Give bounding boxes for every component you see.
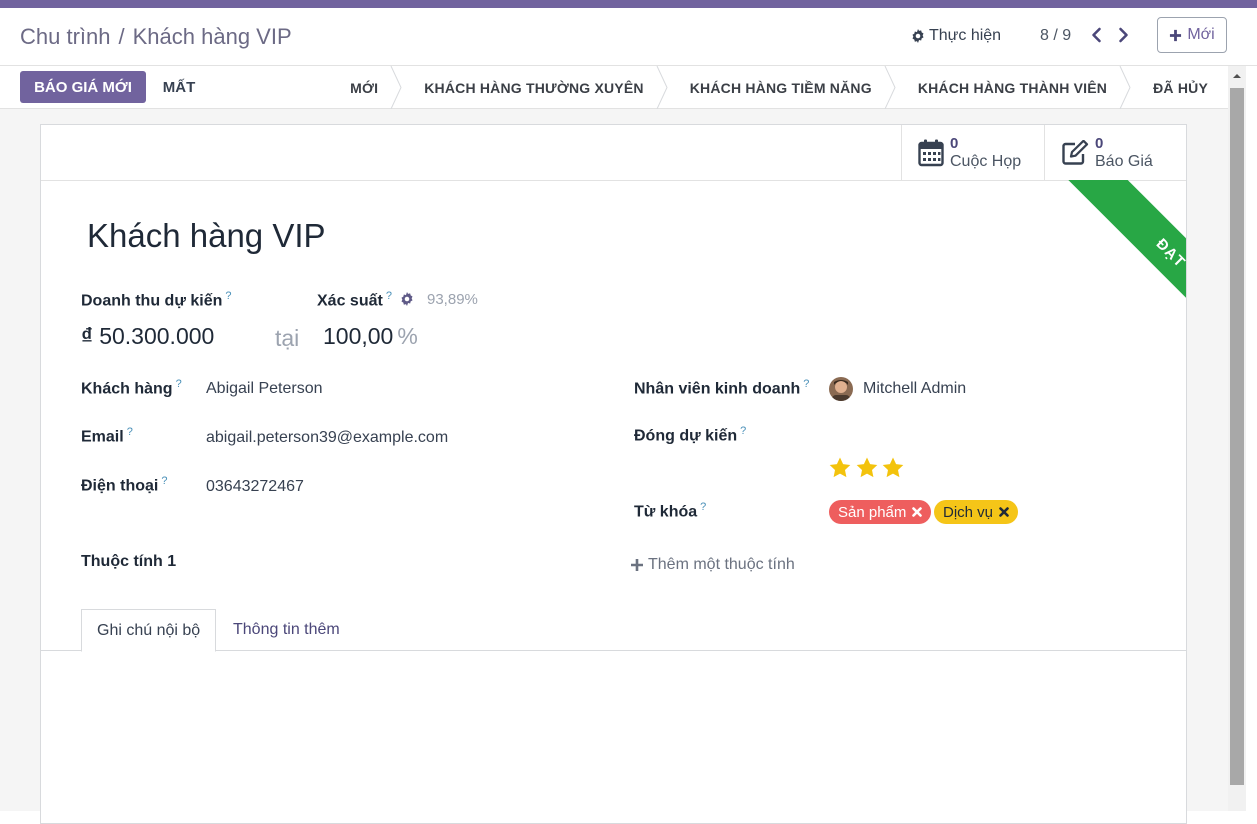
add-property-button[interactable]: Thêm một thuộc tính — [631, 556, 795, 574]
probability-label: Xác suất? — [317, 290, 392, 310]
gear-icon[interactable] — [400, 292, 414, 306]
stage-divider — [884, 66, 896, 109]
breadcrumb-current: Khách hàng VIP — [132, 24, 292, 49]
currency-symbol: ₫ — [81, 323, 93, 349]
plus-icon — [631, 559, 643, 571]
help-icon: ? — [126, 426, 133, 438]
calendar-icon — [918, 139, 944, 166]
new-record-button[interactable]: Mới — [1157, 17, 1227, 53]
percent-sign: % — [397, 323, 418, 349]
quotations-count: 0 — [1095, 134, 1104, 152]
phone-label: Điện thoại? — [81, 475, 168, 495]
pager-previous-button[interactable] — [1087, 25, 1107, 45]
statusbar: BÁO GIÁ MỚI MẤT MỚI KHÁCH HÀNG THƯỜNG XUY… — [0, 66, 1228, 109]
opportunity-title[interactable]: Khách hàng VIP — [87, 217, 326, 255]
customer-field[interactable]: Abigail Peterson — [206, 380, 323, 398]
expected-revenue-field[interactable]: ₫ 50.300.000 — [81, 323, 214, 350]
form-sheet: 0 Cuộc Họp 0 Báo Giá ĐẠT Khách hàng VIP … — [40, 124, 1187, 824]
notebook-tabs: Ghi chú nội bộ Thông tin thêm — [41, 609, 1186, 652]
new-quotation-button[interactable]: BÁO GIÁ MỚI — [20, 71, 146, 103]
stage-divider — [1119, 66, 1131, 109]
stage-label: ĐÃ HỦY — [1153, 79, 1208, 96]
avatar — [829, 377, 853, 401]
scrollbar-thumb[interactable] — [1230, 88, 1244, 785]
pager-next-button[interactable] — [1113, 25, 1133, 45]
email-label: Email? — [81, 426, 133, 446]
close-icon[interactable] — [999, 507, 1009, 517]
help-icon: ? — [700, 501, 707, 513]
help-icon: ? — [385, 290, 392, 302]
at-label: tại — [275, 325, 300, 351]
quotations-label: Báo Giá — [1095, 152, 1153, 170]
stage-item[interactable]: MỚI — [340, 66, 402, 109]
stage-label: MỚI — [350, 79, 379, 96]
new-record-label: Mới — [1187, 26, 1215, 43]
meetings-label: Cuộc Họp — [950, 152, 1022, 170]
expected-revenue-value: 50.300.000 — [99, 323, 215, 349]
star-icon[interactable] — [828, 456, 852, 480]
email-field[interactable]: abigail.peterson39@example.com — [206, 429, 448, 447]
expected-closing-label: Đóng dự kiến? — [634, 425, 747, 445]
breadcrumb-parent-link[interactable]: Chu trình — [20, 24, 111, 49]
probability-field[interactable]: 100,00% — [323, 323, 418, 350]
stage-divider — [656, 66, 668, 109]
control-panel: Chu trình / Khách hàng VIP Thực hiện 8 / 9… — [0, 8, 1257, 66]
stage-item[interactable]: KHÁCH HÀNG TIỀM NĂNG — [664, 66, 896, 109]
phone-field[interactable]: 03643272467 — [206, 478, 304, 496]
tag-label: Sản phẩm — [838, 503, 907, 521]
property-label: Thuộc tính 1 — [81, 553, 177, 570]
help-icon: ? — [175, 378, 182, 390]
stage-divider — [390, 66, 402, 109]
automated-probability: 93,89% — [427, 291, 478, 308]
close-icon[interactable] — [912, 507, 923, 517]
meetings-count: 0 — [950, 134, 959, 152]
tag-chip[interactable]: Dịch vụ — [934, 500, 1019, 524]
breadcrumb-separator: / — [118, 24, 125, 49]
help-icon: ? — [161, 475, 168, 487]
gear-icon — [912, 29, 924, 43]
won-ribbon-label: ĐẠT — [1153, 235, 1187, 271]
tag-label: Dịch vụ — [943, 503, 994, 521]
tag-chip[interactable]: Sản phẩm — [829, 500, 932, 524]
tags-label: Từ khóa? — [634, 501, 707, 521]
stage-label: KHÁCH HÀNG THƯỜNG XUYÊN — [424, 79, 644, 96]
expected-revenue-label: Doanh thu dự kiến? — [81, 290, 232, 310]
stage-item[interactable]: ĐÃ HỦY — [1127, 66, 1228, 109]
scroll-up-icon[interactable] — [1231, 70, 1243, 82]
pager-value[interactable]: 8 / 9 — [1040, 27, 1071, 45]
stage-pipeline: MỚI KHÁCH HÀNG THƯỜNG XUYÊN KHÁCH HÀNG TIỀ… — [340, 66, 1228, 109]
stage-label: KHÁCH HÀNG TIỀM NĂNG — [689, 79, 872, 96]
chevron-left-icon — [1092, 27, 1101, 43]
help-icon: ? — [803, 378, 810, 390]
star-icon[interactable] — [881, 456, 905, 480]
action-menu-label: Thực hiện — [929, 27, 1002, 44]
top-navbar — [0, 0, 1257, 8]
mark-lost-button[interactable]: MẤT — [150, 71, 208, 103]
star-icon[interactable] — [855, 456, 879, 480]
plus-icon — [1170, 29, 1182, 41]
quotations-smart-button[interactable]: 0 Báo Giá — [1044, 125, 1186, 180]
action-menu-button[interactable]: Thực hiện — [911, 27, 1001, 45]
tab-internal-notes[interactable]: Ghi chú nội bộ — [81, 609, 217, 652]
meetings-smart-button[interactable]: 0 Cuộc Họp — [901, 125, 1044, 180]
tab-extra-info[interactable]: Thông tin thêm — [218, 609, 355, 651]
chevron-right-icon — [1119, 27, 1128, 43]
add-property-label: Thêm một thuộc tính — [648, 556, 795, 573]
breadcrumb: Chu trình / Khách hàng VIP — [20, 24, 292, 50]
edit-icon — [1062, 139, 1089, 165]
salesperson-label: Nhân viên kinh doanh? — [634, 378, 810, 398]
customer-label: Khách hàng? — [81, 378, 182, 398]
stage-item[interactable]: KHÁCH HÀNG THƯỜNG XUYÊN — [398, 66, 668, 109]
smart-button-box: 0 Cuộc Họp 0 Báo Giá — [41, 125, 1186, 181]
stage-label: KHÁCH HÀNG THÀNH VIÊN — [917, 79, 1108, 96]
salesperson-field[interactable]: Mitchell Admin — [863, 380, 966, 398]
help-icon: ? — [225, 290, 232, 302]
probability-value: 100,00 — [323, 323, 394, 349]
stage-item[interactable]: KHÁCH HÀNG THÀNH VIÊN — [892, 66, 1131, 109]
won-ribbon: ĐẠT — [985, 180, 1187, 480]
help-icon: ? — [740, 425, 747, 437]
